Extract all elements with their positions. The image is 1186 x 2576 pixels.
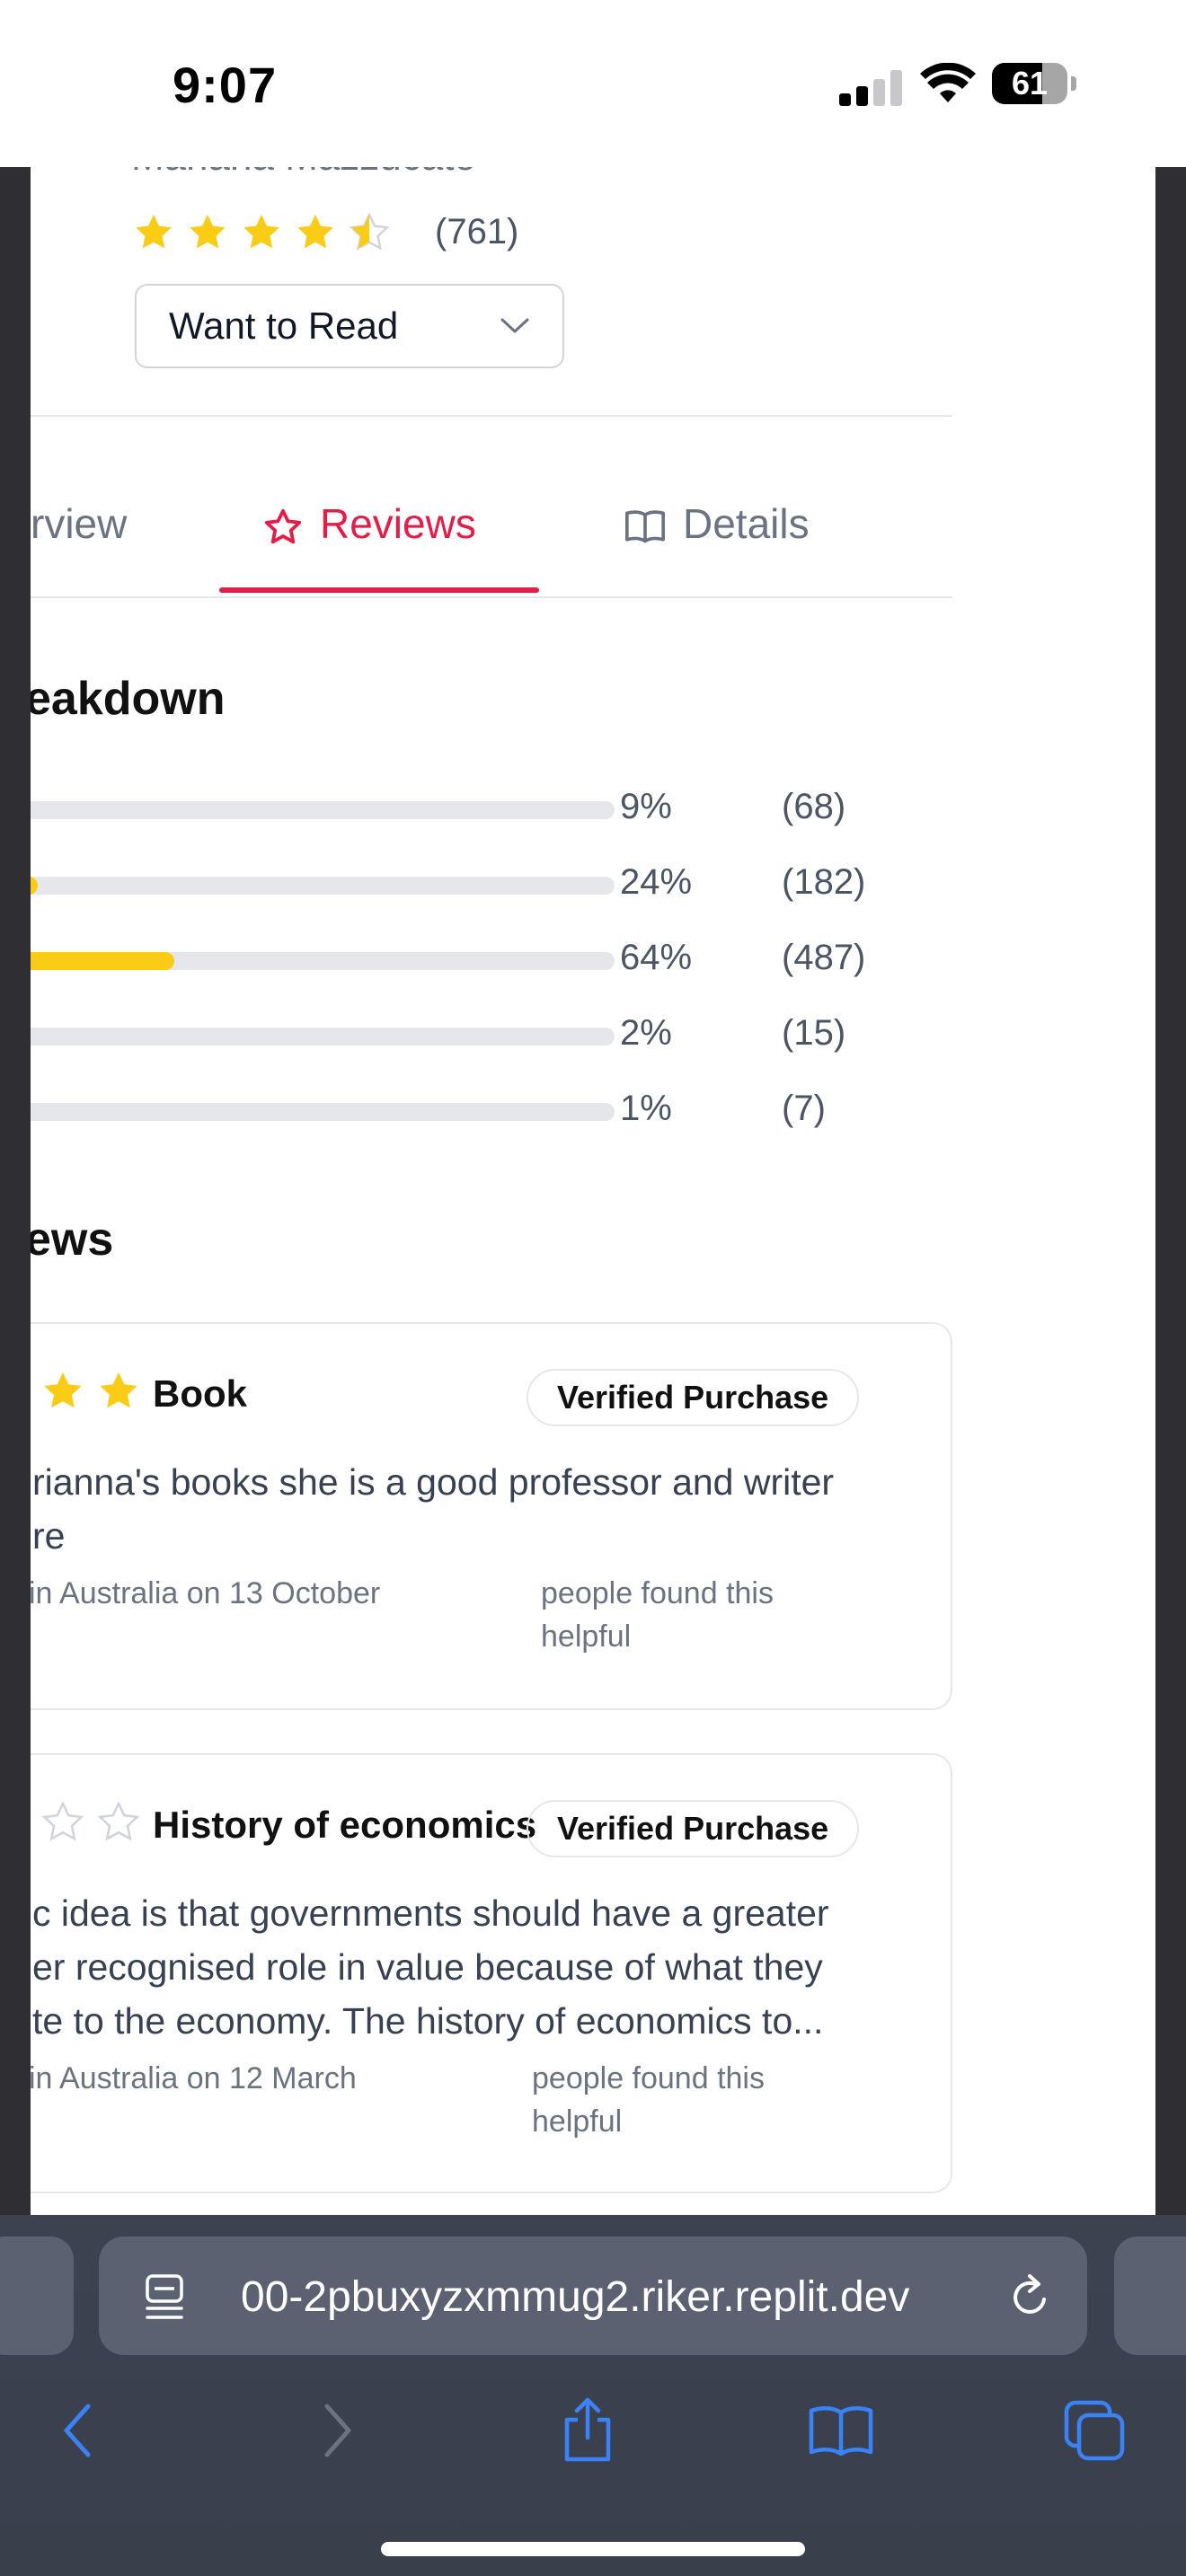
breakdown-bar-fill xyxy=(31,952,175,970)
review-helpful-line: helpful xyxy=(541,1619,632,1654)
review-stars xyxy=(41,1802,140,1843)
review-meta: in Australia on 13 October xyxy=(31,1576,381,1610)
review-body-line: re xyxy=(32,1515,66,1557)
tabs-divider xyxy=(31,596,952,598)
want-to-read-dropdown[interactable]: Want to Read xyxy=(135,284,564,368)
review-title: History of economics xyxy=(153,1804,537,1846)
breakdown-row: 24% (182) xyxy=(31,862,1019,916)
review-body-line: c idea is that governments should have a… xyxy=(32,1892,829,1934)
star-filled-icon xyxy=(100,1372,137,1408)
breakdown-row: 2% (15) xyxy=(31,1013,1019,1067)
address-bar[interactable]: 00-2pbuxyzxmmug2.riker.replit.dev xyxy=(99,2236,1087,2355)
page-menu-icon[interactable] xyxy=(142,2272,187,2321)
previous-tab-preview[interactable] xyxy=(0,2236,74,2355)
review-card: Book Verified Purchase rianna's books sh… xyxy=(31,1322,952,1710)
status-time: 9:07 xyxy=(173,57,278,113)
star-half-icon xyxy=(349,212,390,252)
breakdown-percent: 1% xyxy=(620,1089,672,1128)
breakdown-count: (7) xyxy=(782,1089,826,1128)
review-card: History of economics Verified Purchase c… xyxy=(31,1753,952,2193)
review-body-line: rianna's books she is a good professor a… xyxy=(32,1461,835,1503)
tab-overview-label: rview xyxy=(31,500,128,547)
breakdown-bar-track xyxy=(31,952,615,970)
review-body-line: er recognised role in value because of w… xyxy=(32,1946,823,1988)
breakdown-bar-track xyxy=(31,1103,615,1121)
rating-count: (761) xyxy=(435,212,519,251)
breakdown-percent: 9% xyxy=(620,787,672,826)
chevron-down-icon xyxy=(500,318,529,333)
breakdown-bar-track xyxy=(31,801,615,819)
review-helpful-line: helpful xyxy=(532,2104,623,2139)
breakdown-bar-track xyxy=(31,1028,615,1045)
breakdown-count: (68) xyxy=(782,787,846,826)
active-tab-indicator xyxy=(219,587,539,593)
breakdown-bar-track xyxy=(31,877,615,895)
review-helpful-line: people found this xyxy=(541,1576,774,1610)
browser-nav-row xyxy=(0,2386,1186,2493)
star-filled-icon xyxy=(133,213,174,252)
tabs-icon xyxy=(1064,2400,1125,2461)
section-divider xyxy=(31,415,952,417)
breakdown-row: 64% (487) xyxy=(31,938,1019,992)
back-button[interactable] xyxy=(32,2386,122,2475)
tab-reviews-label: Reviews xyxy=(320,500,476,547)
review-title: Book xyxy=(153,1372,247,1415)
tab-details-label: Details xyxy=(683,500,810,547)
review-stars xyxy=(41,1371,140,1412)
page-edge-right xyxy=(1155,167,1186,2215)
breakdown-row: 1% (7) xyxy=(31,1089,1019,1142)
tab-bar: rview Reviews Details xyxy=(31,499,952,598)
tab-details[interactable]: Details xyxy=(624,499,810,598)
reload-icon[interactable] xyxy=(1008,2272,1055,2321)
tabs-button[interactable] xyxy=(1049,2386,1139,2475)
verified-purchase-badge: Verified Purchase xyxy=(527,1800,860,1857)
star-filled-icon xyxy=(295,213,336,252)
breakdown-bar-fill xyxy=(31,877,39,895)
bookmarks-button[interactable] xyxy=(796,2386,886,2475)
share-button[interactable] xyxy=(543,2386,633,2475)
status-bar: 9:07 61 xyxy=(0,0,1186,167)
author-name[interactable]: Mariana Mazzucato xyxy=(131,167,476,180)
breakdown-count: (487) xyxy=(782,938,866,977)
next-tab-preview[interactable] xyxy=(1114,2236,1186,2355)
star-icon xyxy=(264,508,302,544)
star-filled-icon xyxy=(44,1372,82,1408)
star-empty-icon xyxy=(41,1802,84,1841)
rating-breakdown-title: eakdown xyxy=(31,673,226,725)
review-helpful-line: people found this xyxy=(532,2061,765,2095)
breakdown-percent: 24% xyxy=(620,862,693,902)
breakdown-count: (182) xyxy=(782,862,866,902)
star-filled-icon xyxy=(241,213,282,252)
tab-overview[interactable]: rview xyxy=(31,499,127,598)
wifi-icon xyxy=(920,63,976,102)
review-meta: in Australia on 12 March xyxy=(31,2061,357,2095)
breakdown-percent: 2% xyxy=(620,1013,672,1053)
chevron-left-icon xyxy=(64,2404,91,2457)
cellular-signal-icon xyxy=(839,70,902,106)
breakdown-percent: 64% xyxy=(620,938,693,977)
tab-reviews[interactable]: Reviews xyxy=(262,499,476,598)
review-body-line: te to the economy. The history of econom… xyxy=(32,2000,824,2042)
book-rating: (761) xyxy=(133,212,518,252)
want-to-read-label: Want to Read xyxy=(169,304,399,347)
share-icon xyxy=(564,2397,611,2462)
url-text: 00-2pbuxyzxmmug2.riker.replit.dev xyxy=(241,2273,910,2321)
star-empty-icon xyxy=(97,1802,140,1841)
forward-button[interactable] xyxy=(293,2386,383,2475)
breakdown-row: 9% (68) xyxy=(31,787,1019,841)
bookmarks-icon xyxy=(809,2406,873,2457)
chevron-right-icon xyxy=(324,2404,351,2457)
web-content[interactable]: Mariana Mazzucato (761) Want to Read xyxy=(31,167,1155,2215)
book-open-icon xyxy=(624,510,665,543)
battery-level: 61 xyxy=(1011,65,1049,101)
verified-purchase-badge: Verified Purchase xyxy=(527,1369,860,1426)
battery-icon: 61 xyxy=(992,63,1076,104)
page-edge-left xyxy=(0,167,31,2215)
star-filled-icon xyxy=(187,213,228,252)
reviews-title: ews xyxy=(31,1213,114,1266)
home-indicator[interactable] xyxy=(381,2542,805,2556)
breakdown-count: (15) xyxy=(782,1013,846,1053)
browser-toolbar: 00-2pbuxyzxmmug2.riker.replit.dev xyxy=(0,2215,1186,2576)
